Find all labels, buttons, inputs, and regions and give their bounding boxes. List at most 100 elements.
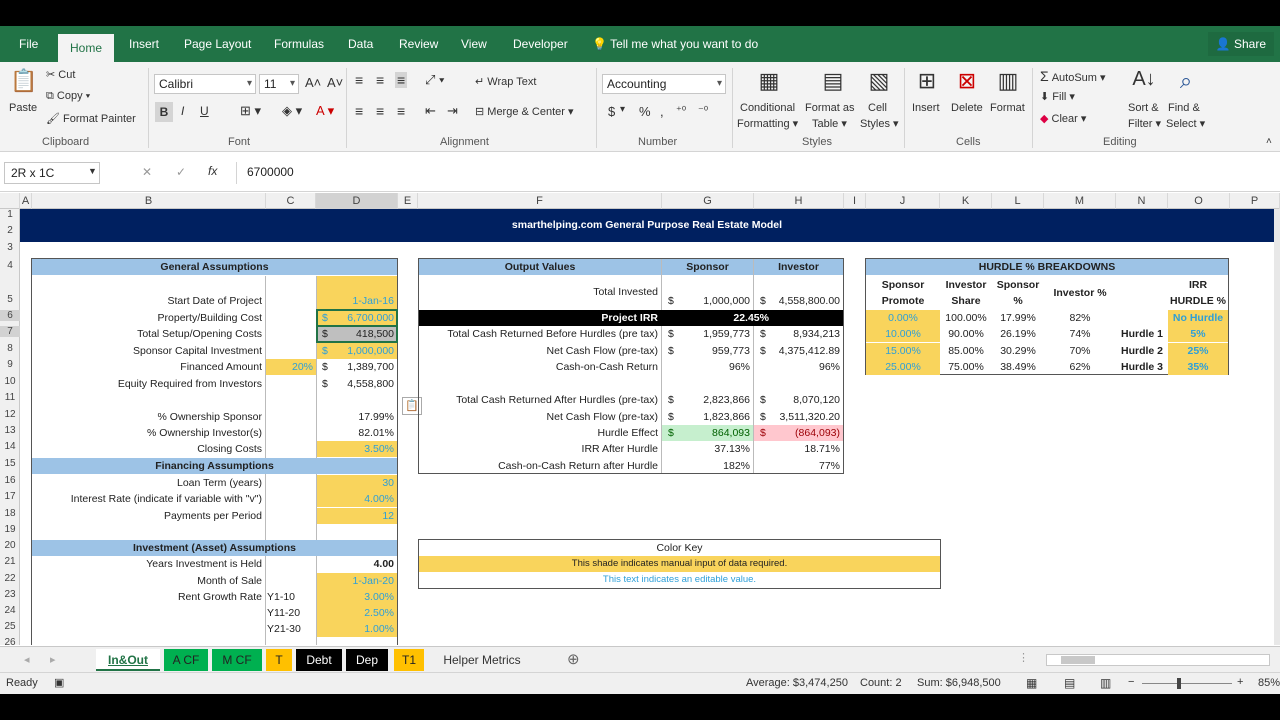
column-header[interactable]: P (1230, 193, 1280, 209)
row-header[interactable]: 25 (0, 621, 20, 632)
column-header[interactable]: K (940, 193, 992, 209)
column-header[interactable]: L (992, 193, 1044, 209)
format-as-table-label2[interactable]: Table ▾ (812, 117, 847, 130)
irr-hurdle-value[interactable]: No Hurdle (1168, 310, 1228, 326)
equity-required-value[interactable]: 4,558,800 (330, 376, 397, 392)
start-date-value[interactable]: 1-Jan-16 (317, 293, 397, 309)
tab-scroll-left-icon[interactable]: ◂ (24, 653, 30, 666)
row-header[interactable]: 22 (0, 573, 20, 584)
align-right-icon[interactable]: ≡ (397, 103, 405, 119)
row-header[interactable]: 17 (0, 491, 20, 502)
clipboard-icon[interactable]: 📋 (10, 68, 38, 96)
column-header[interactable]: N (1116, 193, 1168, 209)
column-header[interactable]: B (32, 193, 266, 209)
sheet-tab-t[interactable]: T (266, 649, 292, 671)
property-cost-value[interactable]: 6,700,000 (330, 310, 397, 326)
ownership-sponsor-value[interactable]: 17.99% (317, 409, 397, 425)
sheet-tab-debt[interactable]: Debt (296, 649, 342, 671)
enter-icon[interactable]: ✓ (176, 165, 186, 179)
column-header[interactable]: M (1044, 193, 1116, 209)
financed-amount-value[interactable]: 1,389,700 (330, 359, 397, 375)
zoom-out-icon[interactable]: − (1128, 676, 1134, 688)
page-layout-view-icon[interactable]: ▤ (1064, 676, 1075, 690)
irr-hurdle-value[interactable]: 5% (1168, 326, 1228, 342)
column-header[interactable]: A (20, 193, 32, 209)
cell-styles-label2[interactable]: Styles ▾ (860, 117, 899, 130)
cell-styles-icon[interactable]: ▧ (864, 68, 894, 94)
decrease-indent-icon[interactable]: ⇤ (425, 103, 436, 119)
years-held-value[interactable]: 4.00 (317, 556, 397, 572)
sort-filter-label2[interactable]: Filter ▾ (1128, 117, 1161, 130)
horizontal-scrollbar[interactable] (1046, 654, 1270, 666)
row-header[interactable]: 12 (0, 409, 20, 420)
conditional-formatting-label2[interactable]: Formatting ▾ (737, 117, 798, 130)
irr-hurdle-value[interactable]: 25% (1168, 343, 1228, 359)
page-break-view-icon[interactable]: ▥ (1100, 676, 1111, 690)
name-box-dropdown-icon[interactable]: ▼ (88, 166, 97, 176)
row-header[interactable]: 2 (0, 225, 20, 236)
rent-growth-value[interactable]: 2.50% (317, 605, 397, 621)
accounting-dropdown-icon[interactable]: ▾ (620, 104, 625, 115)
insert-cells-icon[interactable]: ⊞ (912, 68, 942, 94)
row-header[interactable]: 23 (0, 589, 20, 600)
row-header[interactable]: 8 (0, 343, 20, 354)
row-header[interactable]: 3 (0, 242, 20, 253)
borders-icon[interactable]: ⊞ ▾ (240, 103, 261, 119)
zoom-level[interactable]: 85% (1258, 677, 1280, 689)
more-options-icon[interactable]: ⋮ (1018, 651, 1029, 664)
insert-function-icon[interactable]: fx (208, 164, 217, 178)
wrap-text-button[interactable]: ↵ Wrap Text (475, 75, 536, 88)
column-header[interactable]: I (844, 193, 866, 209)
row-header[interactable]: 15 (0, 458, 20, 469)
autosum-button[interactable]: Σ AutoSum ▾ (1040, 68, 1106, 84)
rent-growth-value[interactable]: 3.00% (317, 589, 397, 605)
row-header[interactable]: 10 (0, 376, 20, 387)
promote-value[interactable]: 10.00% (866, 326, 940, 342)
rent-growth-value[interactable]: 1.00% (317, 621, 397, 637)
macro-record-icon[interactable]: ▣ (54, 676, 64, 689)
row-header[interactable]: 20 (0, 540, 20, 551)
scrollbar-thumb[interactable] (1061, 656, 1095, 664)
conditional-formatting-icon[interactable]: ▦ (754, 68, 784, 94)
align-bottom-icon[interactable]: ≡ (395, 72, 408, 88)
cell-styles-label1[interactable]: Cell (868, 102, 887, 114)
share-button[interactable]: 👤 Share (1207, 32, 1274, 56)
delete-cells-button[interactable]: Delete (951, 102, 983, 114)
row-header[interactable]: 16 (0, 475, 20, 486)
sort-filter-icon[interactable]: A↓ (1130, 68, 1158, 91)
column-header[interactable]: O (1168, 193, 1230, 209)
tab-developer[interactable]: Developer (513, 26, 568, 62)
sheet-tab-a-cf[interactable]: A CF (164, 649, 208, 671)
row-header[interactable]: 11 (0, 392, 20, 403)
zoom-slider-thumb[interactable] (1177, 678, 1181, 689)
row-header[interactable]: 9 (0, 359, 20, 370)
irr-hurdle-value[interactable]: 35% (1168, 359, 1228, 375)
format-as-table-label1[interactable]: Format as (805, 102, 855, 114)
name-box[interactable]: 2R x 1C (4, 162, 100, 184)
column-header[interactable]: H (754, 193, 844, 209)
align-center-icon[interactable]: ≡ (376, 103, 384, 119)
percent-button[interactable]: % (639, 104, 651, 119)
worksheet-grid[interactable]: smarthelping.com General Purpose Real Es… (20, 209, 1274, 645)
setup-costs-value[interactable]: 418,500 (330, 326, 397, 342)
decrease-decimal-icon[interactable]: ⁻⁰ (698, 104, 708, 117)
row-header[interactable]: 6 (0, 310, 20, 321)
clear-button[interactable]: ◆ Clear ▾ (1040, 112, 1086, 125)
increase-indent-icon[interactable]: ⇥ (447, 103, 458, 119)
fill-color-icon[interactable]: ◈ ▾ (282, 103, 302, 119)
sheet-tab-dep[interactable]: Dep (346, 649, 388, 671)
financed-percent-value[interactable]: 20% (266, 359, 316, 375)
tab-review[interactable]: Review (399, 26, 438, 62)
tab-view[interactable]: View (461, 26, 487, 62)
row-header[interactable]: 13 (0, 425, 20, 436)
sheet-tab-helper-metrics[interactable]: Helper Metrics (432, 649, 532, 671)
font-name-combo[interactable]: Calibri (154, 74, 256, 94)
formula-input[interactable]: 6700000 (236, 162, 1276, 184)
promote-value[interactable]: 0.00% (866, 310, 940, 326)
tab-insert[interactable]: Insert (129, 26, 159, 62)
sheet-tab-m-cf[interactable]: M CF (212, 649, 262, 671)
interest-rate-value[interactable]: 4.00% (317, 491, 397, 507)
ownership-investor-value[interactable]: 82.01% (317, 425, 397, 441)
row-header[interactable]: 4 (0, 260, 20, 271)
number-format-combo[interactable]: Accounting (602, 74, 726, 94)
